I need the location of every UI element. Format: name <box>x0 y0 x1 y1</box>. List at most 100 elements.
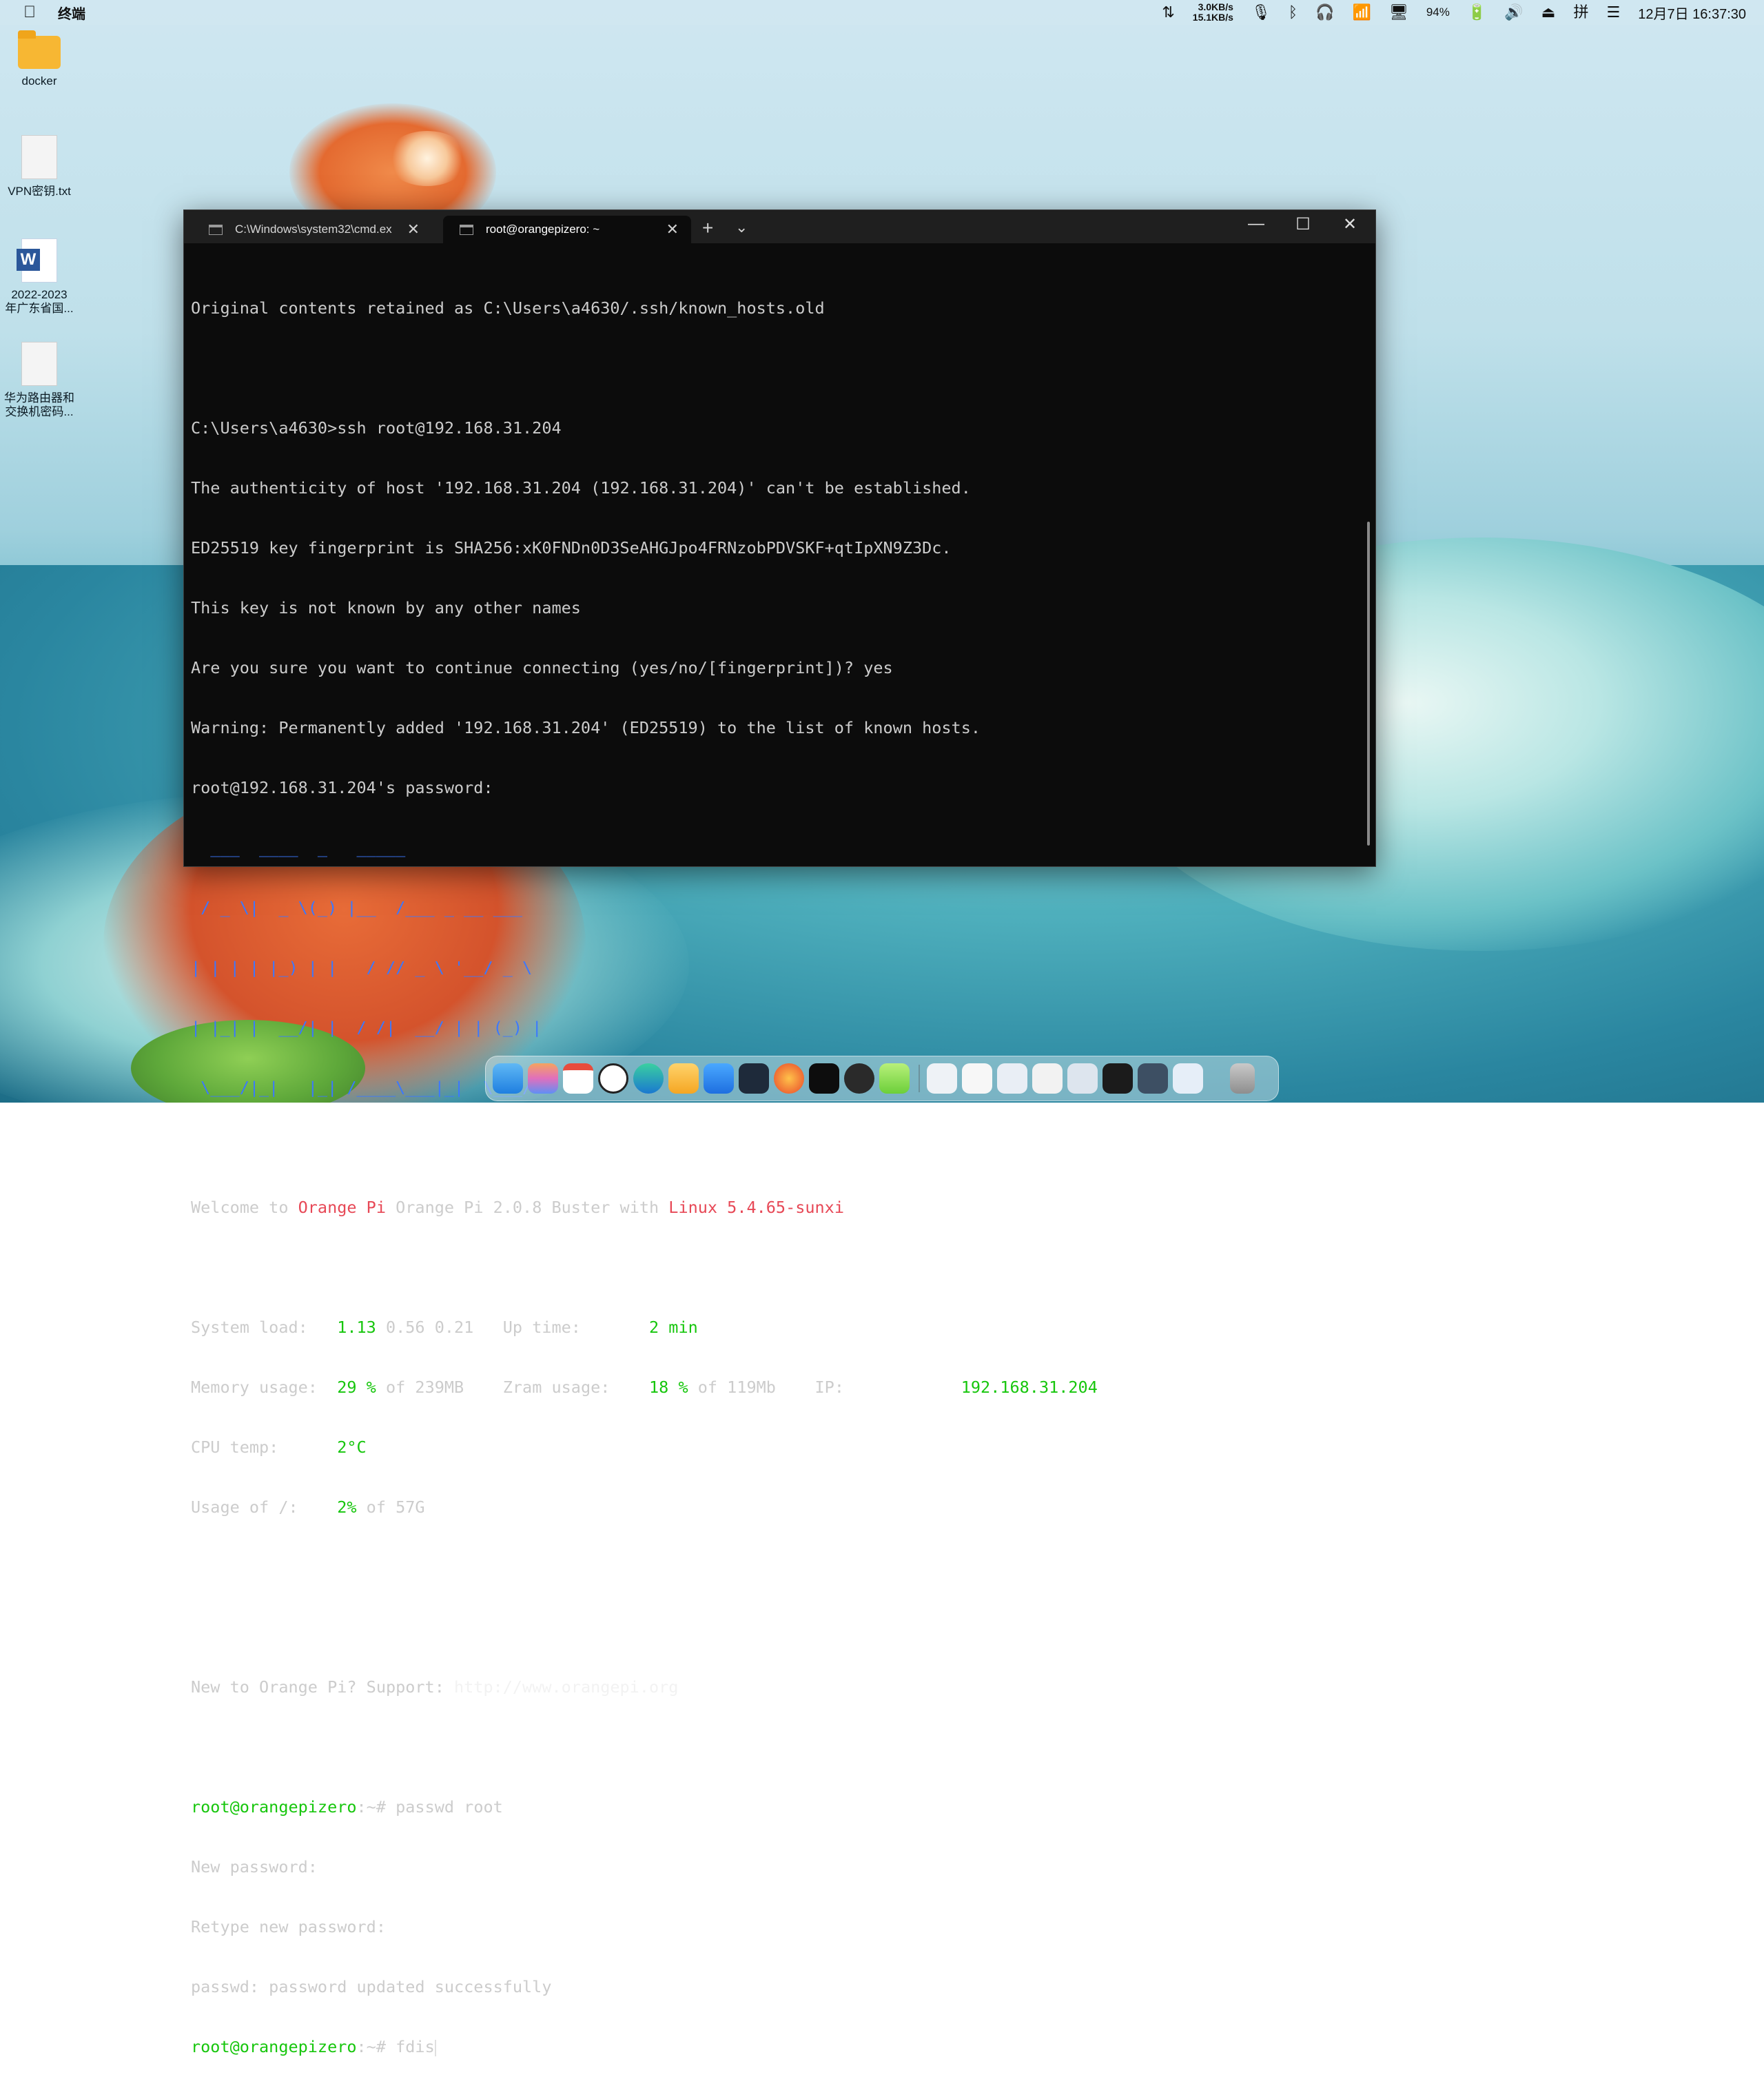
command-line: root@orangepizero:~# passwd root <box>191 1797 1355 1817</box>
tab-ssh[interactable]: root@orangepizero: ~ ✕ <box>443 216 691 243</box>
launchpad-icon[interactable] <box>528 1063 558 1094</box>
uptime-value: 2 min <box>649 1318 698 1337</box>
tab-dropdown-button[interactable]: ⌄ <box>735 218 748 236</box>
battery-percent: 94% <box>1426 6 1450 19</box>
clock-icon[interactable] <box>598 1063 628 1094</box>
zram-rest: of 119Mb <box>688 1378 815 1397</box>
shell-prompt: root@orangepizero <box>191 1797 357 1817</box>
bluetooth-icon[interactable]: ᛒ <box>1289 0 1298 25</box>
sysload-rest: 0.56 0.21 <box>376 1318 503 1337</box>
sysinfo-line: Memory usage: 29 % of 239MB Zram usage: … <box>191 1378 1355 1398</box>
welcome-text: Orange Pi 2.0.8 Buster with <box>385 1198 669 1217</box>
display-icon[interactable]: 🖥 <box>1389 0 1408 25</box>
command-line-current[interactable]: root@orangepizero:~# fdis <box>191 2037 1355 2057</box>
ascii-banner-line: / _ \| _ \(_) |__ /___ _ __ ___ <box>191 898 523 917</box>
command-text: passwd root <box>385 1797 503 1817</box>
window-thumbnail-icon[interactable] <box>1032 1063 1063 1094</box>
uptime-label: Up time: <box>502 1318 649 1337</box>
tab-cmd[interactable]: C:\Windows\system32\cmd.ex ✕ <box>192 216 432 243</box>
memory-label: Memory usage: <box>191 1378 338 1397</box>
terminal-scrollbar[interactable] <box>1367 522 1370 846</box>
desktop-item-word-doc[interactable]: W 2022-2023 年广东省国... <box>1 238 77 316</box>
weather-icon[interactable] <box>668 1063 699 1094</box>
battery-icon[interactable]: 🔋 <box>1468 0 1486 25</box>
android-studio-icon[interactable] <box>879 1063 910 1094</box>
disk-usage-label: Usage of /: <box>191 1497 338 1517</box>
close-tab-icon[interactable]: ✕ <box>407 221 420 238</box>
tab-label: root@orangepizero: ~ <box>486 223 600 236</box>
word-document-icon: W <box>17 238 57 283</box>
output-line: passwd: password updated successfully <box>191 1977 552 1996</box>
desktop-item-docker[interactable]: docker <box>1 30 77 88</box>
headphones-icon[interactable]: 🎧 <box>1315 0 1334 25</box>
obs-icon[interactable] <box>844 1063 874 1094</box>
close-window-icon[interactable]: ✕ <box>1336 214 1364 234</box>
app-store-icon[interactable] <box>704 1063 734 1094</box>
text-file-icon <box>21 135 57 179</box>
command-input-text[interactable]: fdis <box>386 2037 435 2056</box>
window-thumbnail-icon[interactable] <box>1102 1063 1133 1094</box>
menu-clock[interactable]: 12月7日 16:37:30 <box>1638 3 1746 23</box>
output-line: Retype new password: <box>191 1917 386 1936</box>
output-line: ED25519 key fingerprint is SHA256:xK0FND… <box>191 538 952 558</box>
new-tab-button[interactable]: + <box>702 217 713 239</box>
volume-icon[interactable]: 🔊 <box>1504 0 1523 25</box>
edge-icon[interactable] <box>633 1063 664 1094</box>
input-method-icon[interactable]: 拼 <box>1573 0 1588 25</box>
window-thumbnail-icon[interactable] <box>962 1063 992 1094</box>
support-url: http://www.orangepi.org <box>454 1677 679 1697</box>
memory-value: 29 % <box>337 1378 376 1397</box>
tool-app-icon[interactable] <box>809 1063 839 1094</box>
calendar-icon[interactable] <box>563 1063 593 1094</box>
microphone-icon[interactable]: 🎙 <box>1251 0 1271 25</box>
eject-icon[interactable]: ⏏ <box>1541 0 1556 25</box>
ip-label: IP: <box>814 1378 961 1397</box>
apple-icon[interactable]:  <box>23 3 36 22</box>
terminal-tab-icon <box>209 224 223 235</box>
terminal-app-icon[interactable] <box>739 1063 769 1094</box>
menu-bar:  终端 ⇅ 3.0KB/s 15.1KB/s 🎙 ᛒ 🎧 📶 🖥 94% 🔋 … <box>0 0 1764 25</box>
desktop-item-vpn-txt[interactable]: VPN密钥.txt <box>1 135 77 198</box>
wifi-icon[interactable]: 📶 <box>1352 0 1371 25</box>
output-line: New password: <box>191 1857 318 1876</box>
disk-usage-value: 2% <box>337 1497 357 1517</box>
shell-prompt-tail: :~# <box>356 2037 386 2056</box>
shell-prompt-tail: :~# <box>356 1797 386 1817</box>
terminal-output[interactable]: Original contents retained as C:\Users\a… <box>191 258 1355 2097</box>
app-menu-name[interactable]: 终端 <box>58 3 85 23</box>
window-thumbnail-icon[interactable] <box>1173 1063 1203 1094</box>
window-thumbnail-icon[interactable] <box>927 1063 957 1094</box>
label-line: 2022-2023 <box>11 288 68 301</box>
cpu-temp-label: CPU temp: <box>191 1438 338 1457</box>
dock-separator <box>919 1065 920 1092</box>
firefox-icon[interactable] <box>774 1063 804 1094</box>
control-center-icon[interactable]: ☰ <box>1606 0 1620 25</box>
terminal-window[interactable]: C:\Windows\system32\cmd.ex ✕ root@orange… <box>183 209 1376 2056</box>
window-thumbnail-icon[interactable] <box>1067 1063 1098 1094</box>
terminal-titlebar[interactable]: C:\Windows\system32\cmd.ex ✕ root@orange… <box>184 210 1375 243</box>
minimize-icon[interactable]: — <box>1242 214 1270 234</box>
trash-icon[interactable] <box>1230 1063 1255 1094</box>
sysload-label: System load: <box>191 1318 338 1337</box>
label-line: 交换机密码... <box>5 405 74 418</box>
finder-icon[interactable] <box>493 1063 523 1094</box>
desktop-item-router-doc[interactable]: 华为路由器和 交换机密码... <box>1 342 77 419</box>
output-line: The authenticity of host '192.168.31.204… <box>191 478 971 498</box>
window-thumbnail-icon[interactable] <box>997 1063 1027 1094</box>
folder-icon <box>18 30 61 69</box>
output-line: Original contents retained as C:\Users\a… <box>191 298 825 318</box>
welcome-brand: Orange Pi <box>298 1198 386 1217</box>
ascii-banner-line: | | | | |_) | | / // _ \ '__/ _ \ <box>191 958 533 977</box>
close-tab-icon[interactable]: ✕ <box>666 221 679 238</box>
label-line: 年广东省国... <box>5 302 74 315</box>
welcome-line: Welcome to Orange Pi Orange Pi 2.0.8 Bus… <box>191 1198 1355 1218</box>
window-thumbnail-icon[interactable] <box>1138 1063 1168 1094</box>
network-speed[interactable]: 3.0KB/s 15.1KB/s <box>1193 2 1233 23</box>
maximize-icon[interactable]: ☐ <box>1289 214 1317 234</box>
desktop-item-label: 2022-2023 年广东省国... <box>1 288 77 316</box>
